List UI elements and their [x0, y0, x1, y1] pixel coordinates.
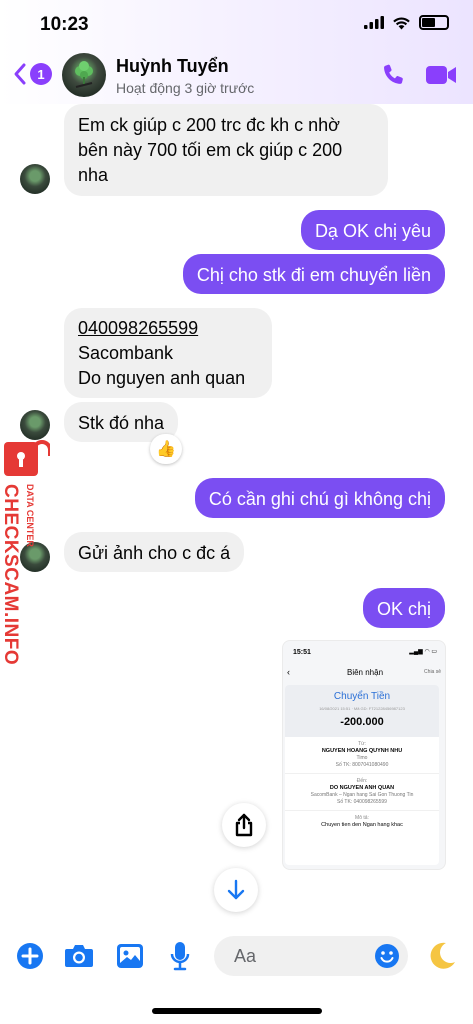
memo-text: Chuyen tien den Ngan hang khac: [321, 822, 403, 828]
message-line: nha: [78, 165, 109, 185]
image-gallery-icon: [117, 944, 143, 968]
quick-reaction-button[interactable]: [426, 940, 458, 979]
watermark-main: CHECKSCAM.INFO: [0, 484, 21, 666]
watermark: CHECKSCAM.INFO DATA CENTER: [0, 436, 50, 666]
cellular-signal-icon: [364, 16, 384, 29]
contact-avatar[interactable]: [62, 53, 106, 97]
wifi-icon: [393, 16, 410, 29]
battery-icon: [419, 15, 449, 30]
microphone-icon: [170, 942, 190, 971]
unread-badge: 1: [30, 63, 52, 85]
message-text: Gửi ảnh cho c đc á: [78, 543, 231, 563]
voice-message-button[interactable]: [170, 941, 190, 976]
contact-active-status: Hoạt động 3 giờ trước: [116, 80, 255, 96]
gallery-button[interactable]: [116, 943, 144, 974]
status-icons: [364, 15, 449, 30]
from-label: Từ:: [358, 741, 366, 747]
chevron-left-icon: [14, 63, 26, 85]
watermark-small: DATA CENTER: [25, 484, 35, 547]
scroll-to-bottom-button[interactable]: [214, 868, 258, 912]
account-holder: Do nguyen anh quan: [78, 368, 246, 388]
phone-icon: [384, 64, 403, 84]
outgoing-message[interactable]: Chị cho stk đi em chuyển liền: [182, 254, 445, 294]
share-icon: [235, 813, 253, 837]
back-button[interactable]: 1: [12, 62, 52, 86]
message-text: Chị cho stk đi em chuyển liền: [196, 265, 431, 285]
home-indicator: [152, 1008, 322, 1014]
incoming-message[interactable]: 040098265599 Sacombank Do nguyen anh qua…: [64, 308, 272, 398]
video-call-button[interactable]: [425, 64, 457, 91]
to-name: DO NGUYEN ANH QUAN: [329, 785, 395, 791]
message-text: Stk đó nha: [78, 413, 165, 433]
bank-name: Sacombank: [78, 343, 174, 363]
lock-icon: [4, 440, 50, 476]
from-account: Số TK: 8007041080490: [335, 762, 389, 768]
to-label: Đến:: [356, 778, 368, 784]
message-input[interactable]: Aa: [214, 936, 408, 976]
watermark-small-text: DATA CENTER: [25, 484, 39, 554]
thumbs-up-reaction[interactable]: 👍: [150, 434, 182, 464]
to-bank: SacomBank – Ngan hang Sai Gon Thuong Tin: [310, 792, 414, 798]
receipt-memo: Mô tả: Chuyen tien den Ngan hang khac: [285, 811, 439, 833]
composer-bar: Aa: [0, 930, 473, 984]
outgoing-message[interactable]: Dạ OK chị yêu: [300, 210, 445, 250]
message-text: OK chị: [376, 599, 431, 619]
top-bar: 10:23 1 Huỳnh Tuyển Hoạt động 3 giờ trướ…: [0, 0, 473, 104]
receipt-image[interactable]: 15:51 ▂▄▆ ◠ ▭ ‹ Biên nhận Chia sẻ Chuyển…: [282, 640, 446, 870]
emoji-button[interactable]: [374, 943, 400, 974]
receipt-status-icons: ▂▄▆ ◠ ▭: [409, 649, 437, 655]
outgoing-message[interactable]: Có cần ghi chú gì không chị: [194, 478, 445, 518]
status-time: 10:23: [40, 14, 89, 35]
voice-call-button[interactable]: [381, 62, 407, 93]
from-bank: Timo: [356, 755, 368, 761]
receipt-amount: -200.000: [340, 716, 384, 728]
incoming-message[interactable]: Em ck giúp c 200 trc đc kh c nhờ bên này…: [64, 104, 388, 196]
memo-label: Mô tả:: [355, 815, 369, 821]
receipt-date: 16/08/2021 15:51 · Mã GD: FT212284569871…: [319, 706, 405, 711]
moon-icon: [430, 942, 455, 969]
share-image-button[interactable]: [222, 803, 266, 847]
camera-icon: [65, 945, 93, 967]
receipt-share: Chia sẻ: [424, 669, 441, 675]
outgoing-message[interactable]: OK chị: [362, 588, 445, 628]
message-text: Có cần ghi chú gì không chị: [208, 489, 431, 509]
message-text: Dạ OK chị yêu: [314, 221, 431, 241]
smiley-icon: [375, 944, 399, 968]
arrow-down-icon: [227, 879, 245, 900]
message-input-placeholder: Aa: [234, 946, 257, 966]
incoming-message[interactable]: Gửi ảnh cho c đc á: [64, 532, 245, 572]
receipt-status-time: 15:51: [293, 649, 311, 656]
sender-avatar[interactable]: [20, 164, 50, 194]
more-actions-button[interactable]: [16, 942, 44, 975]
camera-button[interactable]: [64, 943, 94, 974]
receipt-to: Đến: DO NGUYEN ANH QUAN SacomBank – Ngan…: [285, 774, 439, 811]
receipt-nav: ‹ Biên nhận Chia sẻ: [283, 667, 445, 681]
receipt-card: Chuyển Tiền 16/08/2021 15:51 · Mã GD: FT…: [285, 685, 439, 865]
account-number-link[interactable]: 040098265599: [78, 316, 258, 341]
to-account: Số TK: 040098265599: [337, 799, 387, 805]
message-line: Em ck giúp c 200 trc đc kh c nhờ: [78, 115, 340, 135]
receipt-from: Từ: NGUYEN HOANG QUYNH NHU Timo Số TK: 8…: [285, 737, 439, 774]
receipt-heading: Chuyển Tiền: [333, 691, 391, 702]
clover-image: [75, 61, 93, 88]
plus-circle-icon: [17, 943, 43, 969]
receipt-header: Chuyển Tiền 16/08/2021 15:51 · Mã GD: FT…: [285, 685, 439, 737]
contact-name[interactable]: Huỳnh Tuyển: [116, 56, 229, 77]
receipt-title: Biên nhận: [346, 668, 384, 677]
video-camera-icon: [426, 66, 456, 84]
message-line: bên này 700 tối em ck giúp c 200: [78, 140, 343, 160]
from-name: NGUYEN HOANG QUYNH NHU: [321, 748, 403, 754]
